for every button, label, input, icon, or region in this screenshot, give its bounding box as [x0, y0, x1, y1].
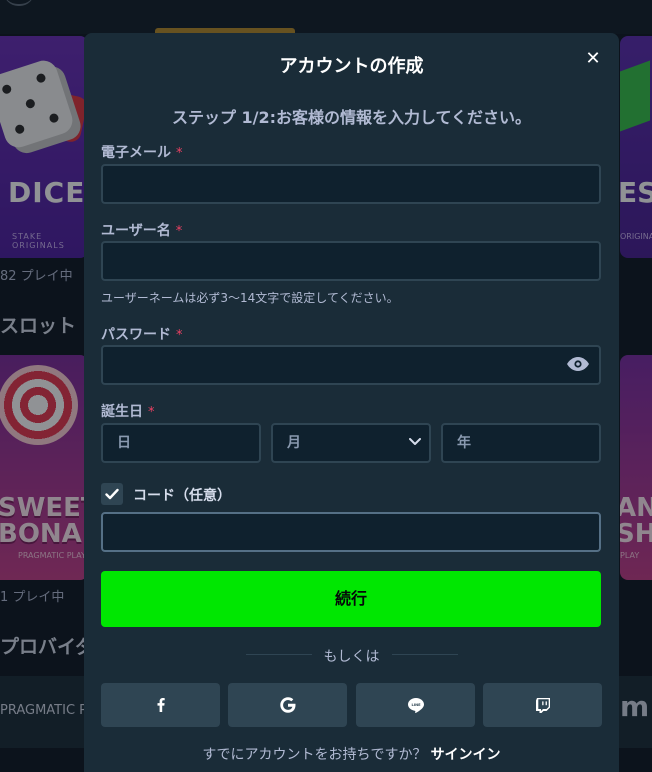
facebook-login-button[interactable] [101, 683, 220, 727]
required-mark: * [148, 405, 155, 420]
username-hint: ユーザーネームは必ず3～14文字で設定してください。 [101, 291, 399, 305]
modal-title: アカウントの作成 [279, 56, 424, 77]
facebook-icon [157, 698, 165, 712]
chevron-down-icon [409, 438, 421, 445]
code-checkbox[interactable] [101, 483, 123, 505]
check-icon [105, 488, 119, 500]
twitch-login-button[interactable] [483, 683, 602, 727]
birth-year-placeholder: 年 [457, 435, 471, 451]
or-divider: もしくは [84, 645, 619, 665]
or-text: もしくは [323, 649, 380, 665]
svg-text:LINE: LINE [411, 703, 421, 707]
signin-link[interactable]: サインイン [431, 747, 501, 763]
line-login-button[interactable]: LINE [356, 683, 475, 727]
twitch-icon [535, 697, 550, 713]
email-label-text: 電子メール [101, 145, 171, 161]
username-label-text: ユーザー名 [101, 223, 171, 239]
email-field[interactable] [101, 164, 601, 204]
password-field[interactable] [101, 345, 601, 385]
email-label: 電子メール * [101, 142, 183, 162]
close-icon[interactable]: ✕ [583, 49, 603, 69]
required-mark: * [176, 146, 183, 161]
continue-button[interactable]: 続行 [101, 571, 601, 627]
google-icon [279, 697, 295, 713]
birth-month-select[interactable]: 月 [271, 423, 431, 463]
code-field[interactable] [101, 512, 601, 552]
birthdate-label-text: 誕生日 [101, 404, 143, 420]
signin-prompt: すでにアカウントをお持ちですか？ [202, 747, 427, 763]
register-modal: アカウントの作成 ✕ ステップ 1/2:お客様の情報を入力してください。 電子メ… [84, 33, 619, 772]
required-mark: * [176, 328, 183, 343]
eye-icon[interactable] [567, 357, 589, 371]
google-login-button[interactable] [228, 683, 347, 727]
required-mark: * [175, 224, 183, 239]
divider-line [392, 654, 458, 655]
birth-day-input[interactable]: 日 [101, 423, 261, 463]
step-indicator: ステップ 1/2:お客様の情報を入力してください。 [171, 108, 532, 127]
username-field[interactable] [101, 241, 601, 281]
line-icon: LINE [407, 697, 424, 713]
birthdate-label: 誕生日 * [101, 401, 155, 421]
signin-row: すでにアカウントをお持ちですか？ サインイン [84, 744, 619, 764]
password-label: パスワード * [101, 324, 183, 344]
birth-month-placeholder: 月 [287, 435, 301, 451]
code-label: コード（任意） [133, 488, 231, 504]
password-label-text: パスワード [101, 327, 171, 343]
birth-day-placeholder: 日 [117, 435, 131, 451]
username-label: ユーザー名 * [101, 220, 182, 240]
birth-year-input[interactable]: 年 [441, 423, 601, 463]
